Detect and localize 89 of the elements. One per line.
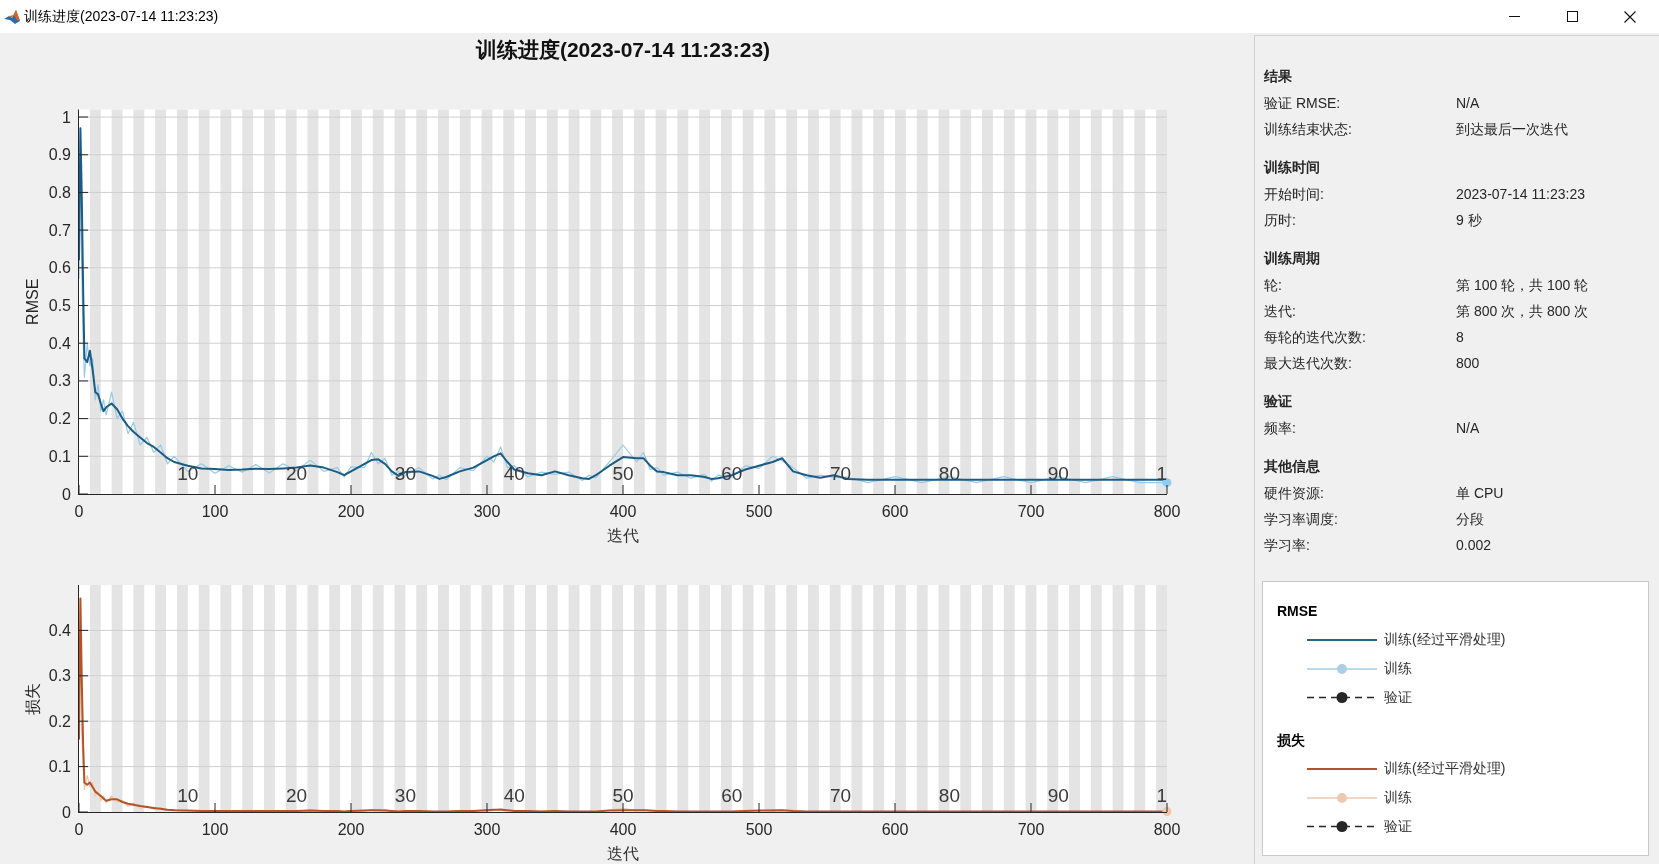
tick-label: 0.5 bbox=[48, 297, 71, 314]
field-label: 开始时间: bbox=[1264, 185, 1324, 204]
axis-label: 迭代 bbox=[607, 845, 639, 862]
legend-label: 训练(经过平滑处理) bbox=[1384, 630, 1506, 649]
app-logo-icon bbox=[4, 8, 20, 25]
legend-label: 验证 bbox=[1384, 688, 1412, 707]
legend-label: 训练 bbox=[1384, 659, 1412, 678]
field-label: 最大迭代次数: bbox=[1264, 354, 1352, 373]
tick-label: 100 bbox=[201, 821, 229, 838]
field-label: 学习率调度: bbox=[1264, 510, 1338, 529]
field-value: 2023-07-14 11:23:23 bbox=[1456, 185, 1585, 204]
field-label: 历时: bbox=[1264, 211, 1296, 230]
tick-label: 0.3 bbox=[48, 372, 71, 390]
axis-label: 迭代 bbox=[607, 527, 639, 544]
epoch-label: 40 bbox=[503, 463, 525, 484]
field-label: 训练结束状态: bbox=[1264, 120, 1352, 139]
legend-label: 训练(经过平滑处理) bbox=[1384, 759, 1506, 778]
legend-heading: 损失 bbox=[1277, 731, 1305, 750]
section-heading: 验证 bbox=[1264, 392, 1292, 411]
legend-heading: RMSE bbox=[1277, 602, 1318, 621]
epoch-label: 1 bbox=[1156, 463, 1167, 484]
section-heading: 结果 bbox=[1264, 67, 1292, 86]
tick-label: 100 bbox=[201, 503, 229, 520]
legend-label: 验证 bbox=[1384, 817, 1412, 836]
close-icon bbox=[1624, 10, 1636, 23]
legend-label: 训练 bbox=[1384, 788, 1412, 807]
axis-label: 损失 bbox=[24, 682, 41, 715]
tick-label: 400 bbox=[609, 821, 637, 838]
field-value: 8 bbox=[1456, 328, 1464, 347]
section-heading: 其他信息 bbox=[1264, 457, 1320, 476]
tick-label: 0.1 bbox=[48, 758, 71, 776]
section-heading: 训练时间 bbox=[1264, 158, 1320, 177]
field-value: 0.002 bbox=[1456, 536, 1492, 555]
end-point-marker-icon bbox=[1162, 478, 1172, 488]
field-label: 硬件资源: bbox=[1264, 484, 1324, 503]
tick-label: 600 bbox=[881, 503, 909, 520]
tick-label: 700 bbox=[1017, 821, 1045, 838]
tick-label: 800 bbox=[1153, 503, 1181, 520]
tick-label: 0 bbox=[74, 503, 84, 520]
field-value: 单 CPU bbox=[1456, 484, 1504, 503]
field-label: 验证 RMSE: bbox=[1264, 94, 1341, 113]
field-label: 频率: bbox=[1264, 419, 1296, 438]
tick-label: 0.3 bbox=[48, 667, 71, 685]
field-value: 第 100 轮，共 100 轮 bbox=[1456, 276, 1589, 295]
section-heading: 训练周期 bbox=[1264, 249, 1320, 268]
tick-label: 0.2 bbox=[48, 410, 71, 428]
tick-label: 200 bbox=[337, 503, 365, 520]
maximize-icon bbox=[1566, 11, 1578, 22]
tick-label: 0 bbox=[74, 821, 84, 838]
tick-label: 200 bbox=[337, 821, 365, 838]
tick-label: 0.7 bbox=[48, 221, 71, 239]
epoch-label: 90 bbox=[1047, 463, 1069, 484]
field-value: 800 bbox=[1456, 354, 1480, 373]
field-label: 迭代: bbox=[1264, 302, 1296, 321]
tick-label: 500 bbox=[745, 821, 773, 838]
field-label: 学习率: bbox=[1264, 536, 1310, 555]
field-value: N/A bbox=[1456, 419, 1480, 438]
tick-label: 0.4 bbox=[48, 621, 71, 639]
tick-label: 400 bbox=[609, 503, 637, 520]
tick-label: 1 bbox=[62, 108, 71, 126]
field-value: 第 800 次，共 800 次 bbox=[1456, 302, 1589, 321]
epoch-label: 20 bbox=[286, 463, 308, 484]
tick-label: 0.6 bbox=[48, 259, 71, 277]
tick-label: 300 bbox=[473, 821, 501, 838]
chart-title: 训练进度(2023-07-14 11:23:23) bbox=[475, 38, 771, 61]
field-value: 分段 bbox=[1456, 510, 1484, 529]
tick-label: 800 bbox=[1153, 821, 1181, 838]
field-value: N/A bbox=[1456, 94, 1480, 113]
field-value: 9 秒 bbox=[1456, 211, 1482, 230]
tick-label: 300 bbox=[473, 503, 501, 520]
tick-label: 700 bbox=[1017, 503, 1045, 520]
epoch-label: 10 bbox=[177, 463, 199, 484]
tick-label: 0.4 bbox=[48, 334, 71, 352]
tick-label: 0.2 bbox=[48, 712, 71, 730]
axis-label: RMSE bbox=[24, 278, 41, 325]
tick-label: 0 bbox=[62, 803, 71, 821]
epoch-label: 80 bbox=[938, 463, 960, 484]
epoch-label: 50 bbox=[612, 463, 634, 484]
field-label: 每轮的迭代次数: bbox=[1264, 328, 1366, 347]
tick-label: 0.9 bbox=[48, 146, 71, 164]
tick-label: 600 bbox=[881, 821, 909, 838]
tick-label: 0.8 bbox=[48, 183, 71, 201]
tick-label: 500 bbox=[745, 503, 773, 520]
tick-label: 0 bbox=[62, 485, 71, 503]
field-label: 轮: bbox=[1264, 276, 1282, 295]
minimize-icon bbox=[1508, 16, 1520, 17]
window-title: 训练进度(2023-07-14 11:23:23) bbox=[24, 7, 219, 26]
field-value: 到达最后一次迭代 bbox=[1456, 120, 1568, 139]
tick-label: 0.1 bbox=[48, 447, 71, 465]
